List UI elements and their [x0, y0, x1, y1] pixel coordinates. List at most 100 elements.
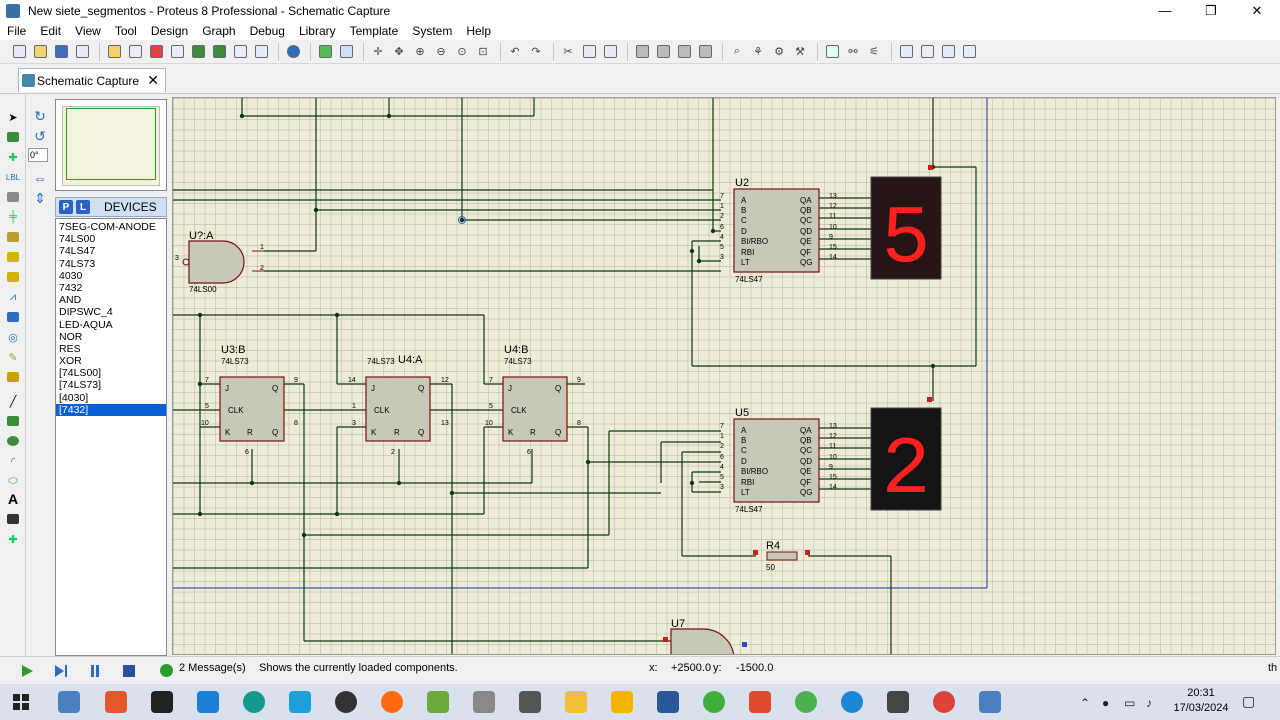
- minimize-button[interactable]: —: [1142, 0, 1188, 22]
- volume-icon[interactable]: ♪: [1146, 696, 1152, 710]
- decoder-u5[interactable]: U5 74LS47 A B C D BI/RBO RBI LT QA QB QC…: [720, 407, 837, 514]
- menu-system[interactable]: System: [405, 24, 459, 38]
- network-icon[interactable]: ▭: [1124, 696, 1135, 710]
- copy-icon[interactable]: [580, 43, 598, 61]
- menu-template[interactable]: Template: [343, 24, 406, 38]
- make-device-icon[interactable]: ⚘: [749, 43, 767, 61]
- obs-icon[interactable]: [151, 691, 173, 713]
- block-rotate-icon[interactable]: [675, 43, 693, 61]
- path-tool-icon[interactable]: ⬭: [5, 474, 21, 488]
- app-icon[interactable]: [611, 691, 633, 713]
- menu-view[interactable]: View: [68, 24, 108, 38]
- origin-icon[interactable]: ✛: [369, 43, 387, 61]
- refresh-icon[interactable]: [316, 43, 334, 61]
- device-pins-icon[interactable]: [5, 270, 21, 284]
- app-icon[interactable]: [749, 691, 771, 713]
- zoom-all-icon[interactable]: ⊙: [453, 43, 471, 61]
- word-icon[interactable]: [657, 691, 679, 713]
- pcb-icon[interactable]: [147, 43, 165, 61]
- block-copy-icon[interactable]: [633, 43, 651, 61]
- text-script-icon[interactable]: [5, 190, 21, 204]
- voltage-probe-icon[interactable]: ✎: [5, 350, 21, 364]
- notifications-icon[interactable]: ▢: [1242, 693, 1255, 710]
- library-manager-button[interactable]: L: [76, 200, 90, 214]
- device-item[interactable]: [74LS00]: [56, 367, 166, 379]
- save-icon[interactable]: [52, 43, 70, 61]
- notes-icon[interactable]: [252, 43, 270, 61]
- menu-tool[interactable]: Tool: [108, 24, 144, 38]
- device-item[interactable]: [74LS73]: [56, 379, 166, 391]
- menu-file[interactable]: File: [0, 24, 33, 38]
- arduino-icon[interactable]: [243, 691, 265, 713]
- device-item[interactable]: 74LS00: [56, 233, 166, 245]
- chrome-icon[interactable]: [795, 691, 817, 713]
- component-mode-icon[interactable]: [5, 130, 21, 144]
- edge-icon[interactable]: [841, 691, 863, 713]
- wire-label-icon[interactable]: LBL: [5, 170, 21, 184]
- search-tag-icon[interactable]: ⚯: [844, 43, 862, 61]
- menu-help[interactable]: Help: [459, 24, 498, 38]
- grid-toggle-icon[interactable]: [337, 43, 355, 61]
- device-item[interactable]: 7432: [56, 282, 166, 294]
- tab-schematic-capture[interactable]: Schematic Capture ✕: [18, 68, 166, 92]
- step-icon[interactable]: [54, 664, 68, 678]
- line-tool-icon[interactable]: ╱: [5, 394, 21, 408]
- undo-icon[interactable]: ↶: [506, 43, 524, 61]
- decoder-u2[interactable]: U2 74LS47 A B C D BI/RBO RBI LT QA QB QC…: [720, 177, 837, 284]
- device-item-selected[interactable]: [7432]: [56, 403, 166, 416]
- device-item[interactable]: [4030]: [56, 392, 166, 404]
- calculator-icon[interactable]: [473, 691, 495, 713]
- selection-mode-icon[interactable]: ➤: [5, 110, 21, 124]
- close-tab-icon[interactable]: ✕: [147, 72, 159, 89]
- device-item[interactable]: AND: [56, 294, 166, 306]
- design-explorer-icon[interactable]: [189, 43, 207, 61]
- wire-autorouter-icon[interactable]: [823, 43, 841, 61]
- paste-icon[interactable]: [601, 43, 619, 61]
- app-icon[interactable]: [335, 691, 357, 713]
- rotation-angle-field[interactable]: 0°: [28, 148, 48, 162]
- units-indicator[interactable]: th: [1268, 662, 1277, 674]
- arc-tool-icon[interactable]: ◜: [5, 454, 21, 468]
- terminals-icon[interactable]: [5, 250, 21, 264]
- firefox-icon[interactable]: [381, 691, 403, 713]
- bom-icon[interactable]: [210, 43, 228, 61]
- source-code-icon[interactable]: [231, 43, 249, 61]
- subcircuit-icon[interactable]: [5, 230, 21, 244]
- device-item[interactable]: 7SEG-COM-ANODE: [56, 221, 166, 233]
- pick-parts-icon[interactable]: ⌕: [728, 43, 746, 61]
- symbol-tool-icon[interactable]: [5, 512, 21, 526]
- marker-tool-icon[interactable]: ✚: [5, 532, 21, 546]
- package-tool-icon[interactable]: ⚙: [770, 43, 788, 61]
- virtual-instruments-icon[interactable]: [5, 370, 21, 384]
- device-item[interactable]: DIPSWC_4: [56, 306, 166, 318]
- zoom-in-icon[interactable]: ⊕: [411, 43, 429, 61]
- pause-icon[interactable]: [88, 664, 102, 678]
- flip-flop-u4b[interactable]: U4:B 74LS73 J CLK K Q Q R 7 5 10 9 8 6: [485, 344, 581, 456]
- gerber-icon[interactable]: [168, 43, 186, 61]
- play-icon[interactable]: [20, 664, 34, 678]
- netlist-icon[interactable]: [960, 43, 978, 61]
- redo-icon[interactable]: ↷: [527, 43, 545, 61]
- chrome-profile-icon[interactable]: [933, 691, 955, 713]
- box-tool-icon[interactable]: [5, 414, 21, 428]
- stop-icon[interactable]: [122, 664, 136, 678]
- zoom-area-icon[interactable]: ⊡: [474, 43, 492, 61]
- nand-gate-u-a[interactable]: U?:A 74LS00 1 2 3: [175, 230, 264, 294]
- rotate-anticlockwise-icon[interactable]: ↺: [28, 128, 52, 148]
- maximize-button[interactable]: ❐: [1188, 0, 1234, 22]
- close-window-button[interactable]: ✕: [1234, 0, 1280, 22]
- overview-viewport[interactable]: [66, 108, 156, 180]
- cut-icon[interactable]: ✂: [559, 43, 577, 61]
- mirror-vertical-icon[interactable]: ⇕: [28, 190, 52, 210]
- flip-flop-u4a[interactable]: U4:A 74LS73 JCLK KQ QR 14 1 3 12 13 2: [348, 354, 449, 456]
- microphone-icon[interactable]: ●: [1102, 696, 1109, 710]
- menu-edit[interactable]: Edit: [33, 24, 68, 38]
- app-icon[interactable]: [887, 691, 909, 713]
- seven-segment-display-top[interactable]: 5: [870, 176, 942, 286]
- rotate-clockwise-icon[interactable]: ↻: [28, 108, 52, 128]
- show-hidden-icons-icon[interactable]: ⌃: [1080, 696, 1090, 710]
- block-delete-icon[interactable]: [696, 43, 714, 61]
- import-icon[interactable]: [73, 43, 91, 61]
- app-icon[interactable]: [703, 691, 725, 713]
- device-item[interactable]: 74LS47: [56, 245, 166, 257]
